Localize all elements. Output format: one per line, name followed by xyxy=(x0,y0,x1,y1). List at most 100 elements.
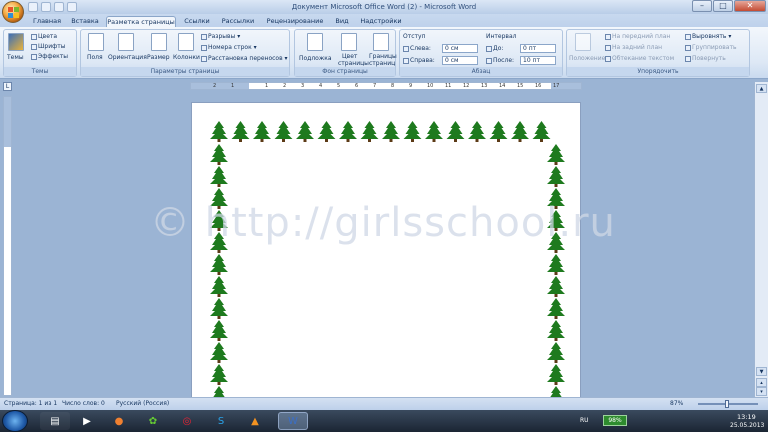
columns-icon[interactable] xyxy=(178,33,194,51)
watermark-button[interactable]: Подложка xyxy=(299,55,332,62)
tab-view[interactable]: Вид xyxy=(332,16,352,27)
media-player-icon[interactable]: ▶ xyxy=(72,412,102,430)
size-button[interactable]: Размер xyxy=(147,54,170,61)
group-label: Упорядочить xyxy=(567,67,749,76)
clock-date[interactable]: 25.05.2013 xyxy=(730,422,764,429)
language-indicator[interactable]: Русский (Россия) xyxy=(116,400,169,407)
spacing-before-input[interactable]: 0 пт xyxy=(520,44,556,53)
page-borders-icon[interactable] xyxy=(373,33,389,51)
christmas-tree-page-border xyxy=(210,121,565,399)
scroll-down-button[interactable]: ▼ xyxy=(756,367,767,376)
spacing-before-icon xyxy=(486,45,492,52)
language-switcher[interactable]: RU xyxy=(580,417,589,424)
tab-home[interactable]: Главная xyxy=(30,16,64,27)
text-wrap-button[interactable]: Обтекание текстом xyxy=(605,55,674,62)
word-count[interactable]: Число слов: 0 xyxy=(62,400,105,407)
battery-indicator[interactable]: 98% xyxy=(603,415,627,426)
send-back-label: На задний план xyxy=(612,44,663,51)
group-button[interactable]: Группировать xyxy=(685,44,737,51)
group-arrange: Положение На передний план На задний пла… xyxy=(566,29,750,77)
tree-icon xyxy=(382,121,400,142)
page-color-label-1[interactable]: Цвет xyxy=(342,53,357,60)
watermark-text: © http://girlsschool.ru xyxy=(150,200,616,246)
effects-button[interactable]: Эффекты xyxy=(31,53,68,60)
tree-icon xyxy=(489,121,508,142)
margins-button[interactable]: Поля xyxy=(87,54,103,61)
start-button[interactable] xyxy=(2,410,28,432)
margins-icon[interactable] xyxy=(88,33,104,51)
document-page[interactable] xyxy=(191,102,581,400)
ruler-number: 2 xyxy=(213,83,217,89)
columns-button[interactable]: Колонки xyxy=(173,54,200,61)
vertical-ruler[interactable] xyxy=(3,96,12,396)
indent-left-input[interactable]: 0 см xyxy=(442,44,478,53)
next-page-button[interactable]: ▾ xyxy=(756,387,767,396)
status-bar: Страница: 1 из 1 Число слов: 0 Русский (… xyxy=(0,397,768,410)
colors-button[interactable]: Цвета xyxy=(31,33,57,40)
page-borders-label-1[interactable]: Границы xyxy=(369,53,397,60)
tab-insert[interactable]: Вставка xyxy=(68,16,102,27)
line-numbers-button[interactable]: Номера строк ▾ xyxy=(201,44,257,51)
indent-right-text: Справа: xyxy=(410,57,435,64)
tab-addins[interactable]: Надстройки xyxy=(358,16,404,27)
zoom-level[interactable]: 87% xyxy=(670,400,683,407)
vlc-icon[interactable]: ▲ xyxy=(240,412,270,430)
position-button[interactable]: Положение xyxy=(569,55,605,62)
tree-icon xyxy=(547,254,565,275)
themes-button[interactable]: Темы xyxy=(7,54,24,61)
fonts-button[interactable]: Шрифты xyxy=(31,43,66,50)
window-controls: – □ ✕ xyxy=(692,0,766,12)
hyphenation-button[interactable]: Расстановка переносов ▾ xyxy=(201,55,288,62)
tree-icon xyxy=(253,121,271,142)
window-title: Документ Microsoft Office Word (2) - Mic… xyxy=(291,3,477,11)
size-icon[interactable] xyxy=(151,33,167,51)
word-taskbar-icon[interactable]: W xyxy=(278,412,308,430)
breaks-button[interactable]: Разрывы ▾ xyxy=(201,33,240,40)
tab-page-layout[interactable]: Разметка страницы xyxy=(106,16,176,27)
bring-front-button[interactable]: На передний план xyxy=(605,33,670,40)
tree-icon xyxy=(547,364,565,385)
watermark-icon[interactable] xyxy=(307,33,323,51)
tab-selector[interactable]: L xyxy=(3,82,12,91)
rotate-button[interactable]: Повернуть xyxy=(685,55,726,62)
maximize-button[interactable]: □ xyxy=(713,0,733,12)
group-label: Темы xyxy=(4,67,76,76)
ribbon: Темы Цвета Шрифты Эффекты Темы Поля Орие… xyxy=(0,27,768,79)
tree-icon xyxy=(296,121,314,142)
tree-icon xyxy=(425,121,443,142)
themes-icon[interactable] xyxy=(8,33,24,51)
vertical-scrollbar[interactable]: ▲ ▼ ▴ ▾ xyxy=(754,82,768,397)
skype-icon[interactable]: S xyxy=(206,412,236,430)
opera-icon[interactable]: ◎ xyxy=(172,412,202,430)
page-borders-label-2[interactable]: страниц xyxy=(369,60,395,67)
close-button[interactable]: ✕ xyxy=(734,0,766,12)
tab-mailings[interactable]: Рассылки xyxy=(220,16,256,27)
prev-page-button[interactable]: ▴ xyxy=(756,378,767,387)
tab-references[interactable]: Ссылки xyxy=(182,16,212,27)
ruler-number: 15 xyxy=(517,83,524,89)
ruler-number: 1 xyxy=(265,83,269,89)
send-back-button[interactable]: На задний план xyxy=(605,44,662,51)
firefox-icon[interactable]: ● xyxy=(104,412,134,430)
office-button[interactable] xyxy=(2,1,24,23)
scroll-up-button[interactable]: ▲ xyxy=(756,84,767,93)
tree-icon xyxy=(274,121,293,142)
clock-time[interactable]: 13:19 xyxy=(737,413,756,421)
ruler-left-margin xyxy=(191,83,249,89)
orientation-icon[interactable] xyxy=(118,33,134,51)
page-color-label-2[interactable]: страницы xyxy=(338,60,369,67)
explorer-icon[interactable]: ▤ xyxy=(40,412,70,430)
text-wrap-icon xyxy=(605,55,611,62)
page-color-icon[interactable] xyxy=(341,33,357,51)
icq-icon[interactable]: ✿ xyxy=(138,412,168,430)
orientation-button[interactable]: Ориентация xyxy=(108,54,147,61)
indent-right-input[interactable]: 0 см xyxy=(442,56,478,65)
position-icon[interactable] xyxy=(575,33,591,51)
spacing-after-input[interactable]: 10 пт xyxy=(520,56,556,65)
tab-review[interactable]: Рецензирование xyxy=(264,16,326,27)
page-count[interactable]: Страница: 1 из 1 xyxy=(4,400,57,407)
horizontal-ruler[interactable]: 2 1 1 2 3 4 5 6 7 8 9 10 11 12 13 14 15 … xyxy=(190,82,582,90)
zoom-slider-thumb[interactable] xyxy=(725,400,729,408)
align-button[interactable]: Выровнять ▾ xyxy=(685,33,731,40)
minimize-button[interactable]: – xyxy=(692,0,712,12)
